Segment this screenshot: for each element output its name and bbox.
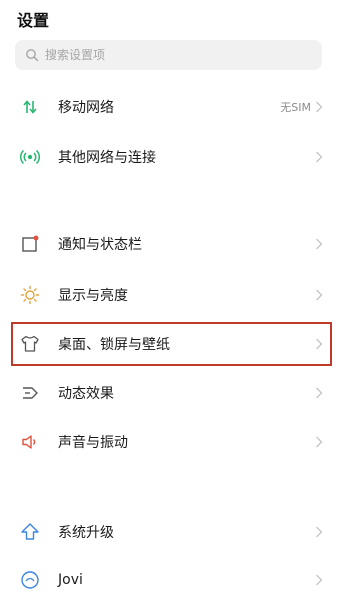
chevron-right-icon [316,574,323,586]
settings-item-motion-effects[interactable]: 动态效果 [0,371,343,415]
settings-item-sound[interactable]: 声音与振动 [0,420,343,464]
sound-icon [19,431,41,453]
notification-icon [19,233,41,255]
search-bar[interactable] [15,40,322,70]
chevron-right-icon [316,289,323,301]
settings-item-label: 显示与亮度 [58,288,128,304]
settings-item-label: 系统升级 [58,525,114,541]
chevron-right-icon [316,387,323,399]
chevron-right-icon [316,151,323,163]
highlight-box [11,322,332,366]
system-upgrade-icon [19,521,41,543]
chevron-right-icon [316,101,323,113]
other-connections-icon [19,146,41,168]
brightness-icon [19,284,41,306]
settings-item-notifications[interactable]: 通知与状态栏 [0,222,343,266]
mobile-network-icon [19,96,41,118]
settings-item-label: 动态效果 [58,386,114,402]
settings-item-mobile-network[interactable]: 移动网络 无SIM [0,85,343,129]
page-title: 设置 [17,11,50,30]
settings-item-label: 声音与振动 [58,435,128,451]
settings-item-label: 移动网络 [58,100,114,116]
settings-item-system-upgrade[interactable]: 系统升级 [0,510,343,554]
settings-item-jovi[interactable]: Jovi [0,558,343,592]
search-input[interactable] [45,48,295,62]
settings-item-other-connections[interactable]: 其他网络与连接 [0,135,343,179]
chevron-right-icon [316,238,323,250]
settings-item-label: Jovi [58,572,83,588]
jovi-icon [19,569,41,591]
sim-status-value: 无SIM [280,101,311,114]
search-icon [26,49,39,62]
motion-effects-icon [19,382,41,404]
settings-item-label: 通知与状态栏 [58,237,142,253]
settings-item-label: 其他网络与连接 [58,150,156,166]
chevron-right-icon [316,436,323,448]
settings-item-display[interactable]: 显示与亮度 [0,273,343,317]
chevron-right-icon [316,526,323,538]
